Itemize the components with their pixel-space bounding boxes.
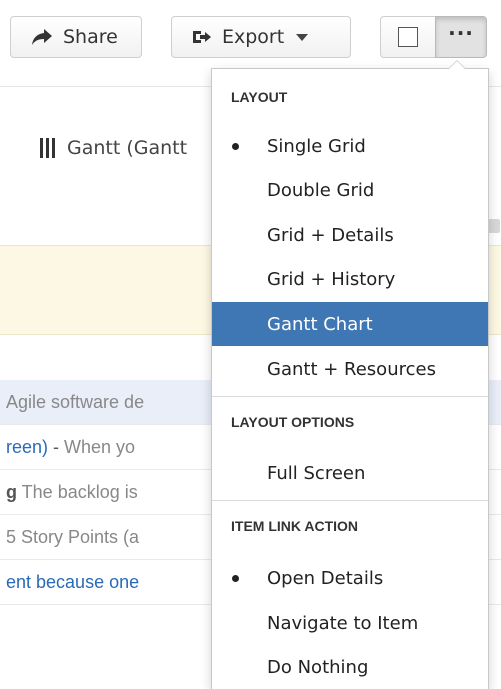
menu-header-item-link-action: ITEM LINK ACTION — [231, 518, 359, 534]
menu-item-label: Gantt + Resources — [267, 358, 436, 380]
menu-item-label: Full Screen — [267, 462, 366, 484]
single-grid-layout-button[interactable] — [380, 16, 436, 58]
export-button[interactable]: Export — [171, 16, 351, 58]
menu-item-label: Open Details — [267, 567, 384, 589]
menu-item-label: Double Grid — [267, 179, 375, 201]
export-button-label: Export — [222, 26, 285, 48]
share-button[interactable]: Share — [10, 16, 142, 58]
more-options-menu: LAYOUT Single Grid Double Grid Grid + De… — [211, 60, 489, 689]
share-button-label: Share — [63, 26, 118, 48]
row-text: g The backlog is — [6, 481, 138, 502]
menu-item-label: Navigate to Item — [267, 612, 419, 634]
row-text: ent because one — [6, 571, 140, 592]
more-options-button[interactable]: ··· — [435, 16, 487, 58]
ellipsis-icon: ··· — [448, 21, 474, 45]
export-icon — [193, 31, 211, 43]
menu-item-label: Grid + Details — [267, 224, 394, 246]
menu-item-label: Do Nothing — [267, 656, 369, 678]
chevron-down-icon — [296, 33, 309, 41]
menu-item-label: Gantt Chart — [267, 313, 373, 335]
menu-item-do-nothing[interactable]: Do Nothing — [212, 645, 488, 689]
menu-item-single-grid[interactable]: Single Grid — [212, 124, 488, 168]
menu-header-layout-options: LAYOUT OPTIONS — [231, 414, 355, 430]
share-arrow-icon — [32, 29, 52, 45]
menu-item-double-grid[interactable]: Double Grid — [212, 168, 488, 212]
selected-bullet-icon — [232, 575, 239, 582]
menu-divider — [212, 500, 488, 501]
row-text: Agile software de — [6, 391, 145, 412]
menu-item-grid-details[interactable]: Grid + Details — [212, 213, 488, 257]
selected-bullet-icon — [232, 143, 239, 150]
menu-item-label: Grid + History — [267, 268, 396, 290]
menu-item-grid-history[interactable]: Grid + History — [212, 257, 488, 301]
menu-item-gantt-chart[interactable]: Gantt Chart — [212, 302, 488, 346]
tab-gantt[interactable]: Gantt (Gantt — [40, 137, 187, 159]
gantt-icon — [40, 138, 55, 158]
square-layout-icon — [398, 27, 418, 47]
row-text: reen) - When yo — [6, 436, 136, 457]
menu-item-open-details[interactable]: Open Details — [212, 556, 488, 600]
menu-item-full-screen[interactable]: Full Screen — [212, 451, 488, 495]
menu-item-navigate-to-item[interactable]: Navigate to Item — [212, 601, 488, 645]
tab-gantt-label: Gantt (Gantt — [67, 137, 188, 159]
menu-header-layout: LAYOUT — [231, 89, 288, 105]
menu-divider — [212, 396, 488, 397]
menu-pointer — [448, 60, 466, 69]
row-text: 5 Story Points (a — [6, 526, 140, 547]
menu-item-label: Single Grid — [267, 135, 366, 157]
menu-item-gantt-resources[interactable]: Gantt + Resources — [212, 347, 488, 391]
